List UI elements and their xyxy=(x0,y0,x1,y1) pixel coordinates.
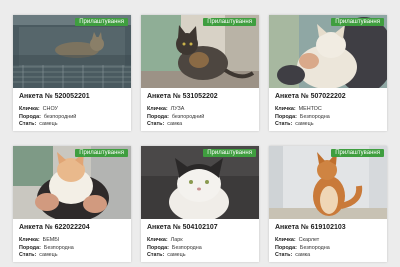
breed-label: Порода: xyxy=(275,244,297,251)
breed-value: Безпородна xyxy=(299,113,330,120)
cat-card-1[interactable]: Прилаштування Анкета № 520052201 Кличка:… xyxy=(13,15,131,131)
cat-card-6[interactable]: Прилаштування Анкета № 619102103 Кличка:… xyxy=(269,146,387,262)
cat-photo[interactable]: Прилаштування xyxy=(269,146,387,219)
breed-value: Безпородна xyxy=(43,244,74,251)
sex-label: Стать: xyxy=(147,252,165,259)
breed-label: Порода: xyxy=(19,244,41,251)
sex-label: Стать: xyxy=(275,252,293,259)
name-value: Ларк xyxy=(170,237,183,243)
cat-card-5[interactable]: Прилаштування Анкета № 504102107 Кличка:… xyxy=(141,146,259,262)
status-badge: Прилаштування xyxy=(331,18,384,26)
breed-label: Порода: xyxy=(147,113,169,120)
sex-value: самець xyxy=(39,121,58,128)
name-label: Кличка: xyxy=(147,106,168,112)
cat-photo[interactable]: Прилаштування xyxy=(269,15,387,88)
card-title[interactable]: Анкета № 504102107 xyxy=(147,223,253,232)
status-badge: Прилаштування xyxy=(203,18,256,26)
sex-value: самка xyxy=(167,121,183,128)
breed-label: Порода: xyxy=(275,113,297,120)
breed-label: Порода: xyxy=(147,244,169,251)
cat-photo[interactable]: Прилаштування xyxy=(141,15,259,88)
sex-value: самець xyxy=(39,252,58,259)
name-value: СНОУ xyxy=(42,106,58,112)
card-title[interactable]: Анкета № 507022202 xyxy=(275,92,381,101)
card-title[interactable]: Анкета № 622022204 xyxy=(19,223,125,232)
name-label: Кличка: xyxy=(275,237,296,243)
sex-label: Стать: xyxy=(275,121,293,128)
sex-value: самець xyxy=(167,252,186,259)
cat-card-4[interactable]: Прилаштування Анкета № 622022204 Кличка:… xyxy=(13,146,131,262)
name-value: Скарлет xyxy=(298,237,320,243)
name-label: Кличка: xyxy=(147,237,168,243)
card-title[interactable]: Анкета № 520052201 xyxy=(19,92,125,101)
cat-photo[interactable]: Прилаштування xyxy=(13,15,131,88)
breed-value: Безпородна xyxy=(171,244,202,251)
card-title[interactable]: Анкета № 531052202 xyxy=(147,92,253,101)
name-value: МЕНТОС xyxy=(298,106,322,112)
status-badge: Прилаштування xyxy=(203,149,256,157)
name-value: БЕМБІ xyxy=(42,237,60,243)
name-label: Кличка: xyxy=(275,106,296,112)
status-badge: Прилаштування xyxy=(331,149,384,157)
sex-label: Стать: xyxy=(19,252,37,259)
breed-value: Безпородна xyxy=(299,244,330,251)
cat-photo[interactable]: Прилаштування xyxy=(13,146,131,219)
breed-value: безпородний xyxy=(171,113,205,120)
sex-value: самка xyxy=(295,252,311,259)
breed-value: безпородний xyxy=(43,113,77,120)
name-label: Кличка: xyxy=(19,106,40,112)
cat-card-3[interactable]: Прилаштування Анкета № 507022202 Кличка:… xyxy=(269,15,387,131)
status-badge: Прилаштування xyxy=(75,149,128,157)
name-value: ЛУЗА xyxy=(170,106,185,112)
sex-label: Стать: xyxy=(19,121,37,128)
card-title[interactable]: Анкета № 619102103 xyxy=(275,223,381,232)
sex-value: самець xyxy=(295,121,314,128)
name-label: Кличка: xyxy=(19,237,40,243)
status-badge: Прилаштування xyxy=(75,18,128,26)
breed-label: Порода: xyxy=(19,113,41,120)
cat-photo[interactable]: Прилаштування xyxy=(141,146,259,219)
sex-label: Стать: xyxy=(147,121,165,128)
cat-card-2[interactable]: Прилаштування Анкета № 531052202 Кличка:… xyxy=(141,15,259,131)
adoption-cards-grid: Прилаштування Анкета № 520052201 Кличка:… xyxy=(0,0,400,267)
